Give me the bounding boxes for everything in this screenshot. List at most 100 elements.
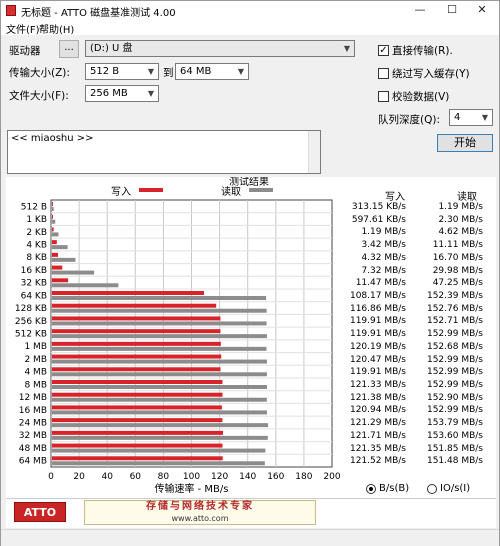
legend-read-label: 读取: [221, 185, 241, 198]
read-bar: [52, 296, 267, 300]
write-bar: [52, 227, 54, 232]
y-tick-label: 256 KB: [15, 317, 47, 327]
legend-write-label: 写入: [111, 186, 131, 198]
write-result-value: 120.19 MB/s: [349, 341, 406, 352]
start-button[interactable]: 开始: [437, 134, 493, 152]
chevron-down-icon: ▼: [147, 89, 155, 98]
read-bar: [52, 219, 56, 224]
x-tick-label: 40: [101, 472, 113, 482]
close-button[interactable]: ✕: [467, 1, 497, 20]
unit-io-radio[interactable]: [427, 484, 437, 494]
read-result-value: 11.11 MB/s: [432, 240, 483, 251]
chevron-down-icon: ▼: [237, 67, 245, 76]
read-result-value: 151.85 MB/s: [426, 443, 483, 454]
x-tick-label: 80: [158, 472, 170, 482]
description-text: << miaoshu >>: [11, 133, 94, 144]
write-result-value: 313.15 KB/s: [351, 202, 406, 212]
file-size-label: 文件大小(F):: [9, 90, 69, 102]
menu-help[interactable]: 帮助(H): [39, 21, 74, 36]
y-tick-label: 128 KB: [15, 304, 47, 314]
file-size-value: 256 MB: [90, 88, 128, 99]
direct-io-label: 直接传输(R).: [392, 45, 453, 57]
read-bar: [52, 207, 54, 211]
y-tick-label: 4 KB: [26, 241, 47, 251]
read-result-value: 4.62 MB/s: [438, 227, 483, 238]
read-result-value: 153.60 MB/s: [426, 430, 483, 441]
read-bar: [52, 308, 267, 313]
write-result-value: 119.91 MB/s: [349, 316, 406, 327]
read-bar: [52, 461, 265, 466]
footer-banner[interactable]: 存储与网络技术专家 www.atto.com: [84, 500, 316, 525]
x-tick-label: 180: [295, 472, 312, 482]
y-tick-label: 16 MB: [19, 406, 47, 416]
x-tick-label: 0: [48, 472, 54, 482]
read-bar: [52, 334, 267, 339]
chevron-down-icon: ▼: [147, 67, 155, 76]
read-result-value: 152.99 MB/s: [426, 405, 483, 416]
footer-url: www.atto.com: [171, 514, 229, 523]
read-result-value: 152.39 MB/s: [426, 291, 483, 301]
maximize-button[interactable]: ☐: [437, 1, 467, 20]
read-bar: [52, 270, 95, 275]
read-bar: [52, 397, 267, 402]
y-tick-label: 32 MB: [19, 431, 47, 441]
write-result-value: 121.38 MB/s: [349, 392, 406, 403]
description-textarea[interactable]: << miaoshu >>: [7, 130, 321, 174]
write-bar: [52, 240, 57, 245]
read-result-value: 152.99 MB/s: [426, 329, 483, 340]
x-tick-label: 160: [267, 472, 284, 482]
y-tick-label: 2 KB: [26, 228, 47, 238]
menu-file[interactable]: 文件(F): [6, 21, 40, 36]
chevron-down-icon: ▼: [343, 44, 351, 53]
write-result-value: 3.42 MB/s: [361, 240, 406, 251]
write-result-value: 7.32 MB/s: [361, 265, 406, 276]
y-tick-label: 1 MB: [24, 342, 47, 352]
bypass-write-cache-checkbox[interactable]: [378, 68, 389, 79]
write-bar: [52, 418, 223, 423]
legend-read-swatch: [249, 188, 273, 192]
write-bar: [52, 252, 59, 257]
transfer-from-select[interactable]: 512 B ▼: [85, 63, 159, 80]
x-tick-label: 20: [73, 472, 85, 482]
legend-write-swatch: [139, 188, 163, 192]
write-result-value: 120.94 MB/s: [349, 405, 406, 416]
read-result-value: 152.68 MB/s: [426, 341, 483, 352]
write-result-value: 4.32 MB/s: [361, 252, 406, 263]
read-result-value: 16.70 MB/s: [432, 252, 483, 263]
file-size-select[interactable]: 256 MB ▼: [85, 85, 159, 102]
unit-bytes-radio[interactable]: [366, 484, 376, 494]
read-result-value: 1.19 MB/s: [438, 202, 483, 212]
write-result-value: 121.35 MB/s: [349, 443, 406, 454]
read-bar: [52, 423, 269, 428]
browse-button[interactable]: ...: [59, 40, 79, 58]
x-tick-label: 60: [130, 472, 142, 482]
write-bar: [52, 341, 221, 346]
read-result-value: 152.99 MB/s: [426, 367, 483, 378]
write-result-value: 116.86 MB/s: [349, 303, 406, 314]
read-bar: [52, 346, 267, 351]
x-tick-label: 140: [239, 472, 256, 482]
minimize-button[interactable]: —: [405, 1, 435, 20]
write-result-value: 121.29 MB/s: [349, 418, 406, 429]
transfer-to-select[interactable]: 64 MB ▼: [175, 63, 249, 80]
menu-bar: 文件(F) 帮助(H): [1, 20, 499, 36]
y-tick-label: 8 MB: [24, 380, 47, 390]
read-bar: [52, 321, 267, 326]
read-bar: [52, 410, 267, 415]
write-result-value: 108.17 MB/s: [349, 291, 406, 301]
read-result-value: 152.99 MB/s: [426, 380, 483, 390]
write-bar: [52, 214, 53, 219]
y-tick-label: 512 KB: [15, 330, 47, 340]
queue-depth-select[interactable]: 4 ▼: [449, 109, 493, 126]
transfer-to-value: 64 MB: [180, 66, 212, 77]
write-bar: [52, 430, 224, 435]
write-result-value: 120.47 MB/s: [349, 354, 406, 365]
verify-data-checkbox[interactable]: [378, 91, 389, 102]
description-scrollbar[interactable]: [308, 131, 320, 173]
drive-select[interactable]: (D:) U 盘 ▼: [85, 40, 355, 57]
direct-io-checkbox[interactable]: ✓: [378, 45, 389, 56]
write-result-value: 119.91 MB/s: [349, 367, 406, 378]
read-bar: [52, 245, 68, 250]
write-bar: [52, 456, 223, 461]
read-result-value: 152.71 MB/s: [426, 316, 483, 327]
